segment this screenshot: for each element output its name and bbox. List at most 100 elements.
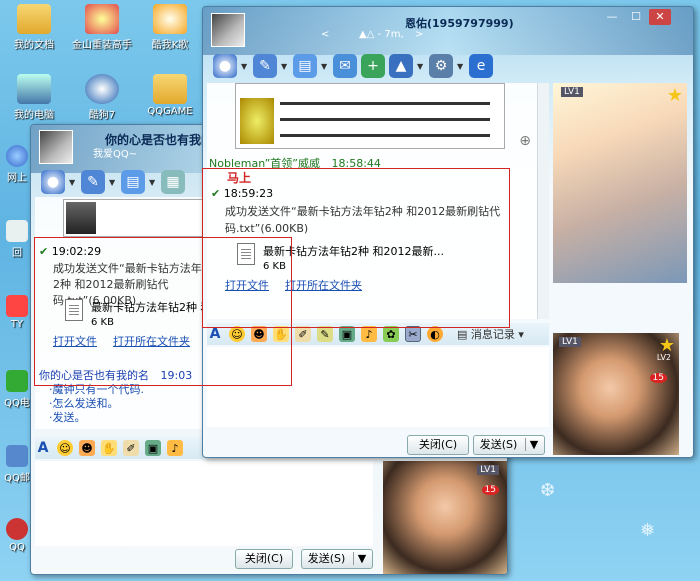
chevron-left-icon[interactable]: < [321, 29, 329, 40]
send-file-icon[interactable]: ▤ [121, 170, 145, 194]
red-annotation: 马上 [227, 171, 252, 185]
history-icon: ▤ [457, 328, 468, 341]
close-window-button[interactable]: ✕ [649, 9, 671, 25]
format-toolbar: A ☺ ☻ ✋ ✐ ▣ ♪ [35, 437, 203, 459]
sender-name: 你的心是否也有我的名 [39, 369, 149, 382]
video-call-icon[interactable]: ● [213, 54, 237, 78]
contact-show-photo: LV1 ★ [553, 83, 687, 283]
browser-icon[interactable]: e [469, 54, 493, 78]
magic-face-icon[interactable]: ☻ [251, 326, 267, 342]
message-line: ·魔钟只有一个代码. [49, 383, 144, 396]
edit-icon[interactable]: ✎ [317, 326, 333, 342]
send-options-icon[interactable]: ▼ [524, 438, 539, 451]
desktop-icon-label: 酷我K歌 [151, 40, 189, 51]
desktop-icon-label: QQ电 [4, 398, 30, 409]
graffiti-icon[interactable]: ✐ [295, 326, 311, 342]
desktop-icon-qq-mail[interactable]: QQ邮 [2, 445, 32, 484]
video-call-icon[interactable]: ● [41, 170, 65, 194]
zoom-icon[interactable]: ⊕ [519, 133, 531, 149]
desktop-icon-qqgame[interactable]: QQGAME [130, 74, 210, 117]
message-timestamp: ✔ 18:59:23 [211, 187, 274, 200]
send-file-icon[interactable]: ▤ [293, 54, 317, 78]
app-icon [6, 295, 28, 317]
shared-image-thumbnail [235, 83, 505, 149]
level-badge: LV1 [477, 465, 499, 475]
message-input[interactable] [35, 461, 373, 546]
snowflake-decoration: ❅ [640, 520, 656, 541]
desktop-icon-network[interactable]: 网上 [2, 145, 32, 184]
add-app-icon[interactable]: + [361, 54, 385, 78]
message-input[interactable] [207, 347, 549, 427]
computer-icon [17, 74, 51, 104]
desktop-icon-label: 回 [12, 248, 22, 259]
message-history-button[interactable]: ▤ 消息记录 ▾ [457, 326, 524, 342]
app-icon [85, 74, 119, 104]
font-icon[interactable]: A [207, 326, 223, 342]
message-line: ·发送。 [49, 411, 86, 424]
graffiti-icon[interactable]: ✐ [123, 440, 139, 456]
desktop-icon-ty[interactable]: TY [2, 295, 32, 330]
format-toolbar: A ☺ ☻ ✋ ✐ ✎ ▣ ♪ ✿ ✂ ◐ ▤ 消息记录 ▾ [207, 323, 549, 345]
send-options-icon[interactable]: ▼ [352, 552, 367, 565]
microphone-icon[interactable]: ✎ [81, 170, 105, 194]
message-time: 18:58:44 [331, 157, 381, 170]
chevron-right-icon[interactable]: > [415, 29, 423, 40]
desktop-icon-qq-pc[interactable]: QQ电 [2, 370, 32, 409]
message-area: ⊕ Nobleman”首领”威威 18:58:44 马上 ✔ 18:59:23 … [207, 83, 537, 319]
gift-icon[interactable]: ✿ [383, 326, 399, 342]
open-file-link[interactable]: 打开文件 [225, 277, 269, 293]
microphone-icon[interactable]: ✎ [253, 54, 277, 78]
level-badge: LV1 [559, 337, 581, 347]
message-scrollbar[interactable] [537, 83, 549, 319]
share-icon[interactable]: ▲ [389, 54, 413, 78]
open-folder-link[interactable]: 打开所在文件夹 [285, 277, 362, 293]
desktop-icon-label: 酷狗7 [88, 110, 116, 121]
count-badge: 15 [481, 485, 499, 495]
color-icon[interactable]: ◐ [427, 326, 443, 342]
more-icon[interactable]: ▦ [161, 170, 185, 194]
image-icon[interactable]: ▣ [339, 326, 355, 342]
contact-status: ▲△ - 7m, [359, 29, 404, 40]
desktop-icon-label: 我的电脑 [14, 110, 54, 121]
open-folder-link[interactable]: 打开所在文件夹 [113, 333, 190, 349]
emoji-icon[interactable]: ☺ [57, 440, 73, 456]
folder-icon [17, 4, 51, 34]
app-icon [153, 4, 187, 34]
mail-icon[interactable]: ✉ [333, 54, 357, 78]
mail-icon [6, 445, 28, 467]
magic-face-icon[interactable]: ☻ [79, 440, 95, 456]
open-file-link[interactable]: 打开文件 [53, 333, 97, 349]
close-button[interactable]: 关闭(C) [407, 435, 469, 455]
image-icon[interactable]: ▣ [145, 440, 161, 456]
maximize-button[interactable]: ☐ [625, 9, 647, 25]
chevron-down-icon: ▾ [518, 328, 524, 341]
file-name: 最新卡钻方法年钻2种 和2 [91, 301, 219, 314]
send-button-label: 发送(S) [307, 552, 346, 565]
contact-photo: LV1 15 [383, 461, 507, 574]
avatar [211, 13, 245, 47]
desktop-icon-kuwo[interactable]: 酷我K歌 [130, 4, 210, 51]
send-button-label: 发送(S) [479, 438, 518, 451]
settings-gear-icon[interactable]: ⚙ [429, 54, 453, 78]
text-file-icon [237, 243, 255, 265]
desktop-icon-label: QQGAME [147, 106, 193, 117]
shake-icon[interactable]: ✋ [273, 326, 289, 342]
emoji-icon[interactable]: ☺ [229, 326, 245, 342]
send-button[interactable]: 发送(S) ▼ [473, 435, 545, 455]
music-icon[interactable]: ♪ [167, 440, 183, 456]
minimize-button[interactable]: — [601, 9, 623, 25]
send-button[interactable]: 发送(S) ▼ [301, 549, 373, 569]
screenshot-icon[interactable]: ✂ [405, 326, 421, 342]
font-icon[interactable]: A [35, 440, 51, 456]
desktop-icon-label: 金山重装高手 [72, 40, 132, 51]
music-icon[interactable]: ♪ [361, 326, 377, 342]
desktop-icon-qq[interactable]: QQ [2, 518, 32, 553]
avatar [39, 130, 73, 164]
chat-window-front[interactable]: 恩佑(1959797999) < ▲△ - 7m, > — ☐ ✕ ● ▼ ✎ ▼ … [202, 6, 694, 458]
snowflake-decoration: ❆ [540, 480, 556, 501]
close-button[interactable]: 关闭(C) [235, 549, 293, 569]
file-size: 6 KB [263, 261, 286, 272]
desktop-icon-recycle[interactable]: 回 [2, 220, 32, 259]
shake-icon[interactable]: ✋ [101, 440, 117, 456]
globe-icon [6, 145, 28, 167]
